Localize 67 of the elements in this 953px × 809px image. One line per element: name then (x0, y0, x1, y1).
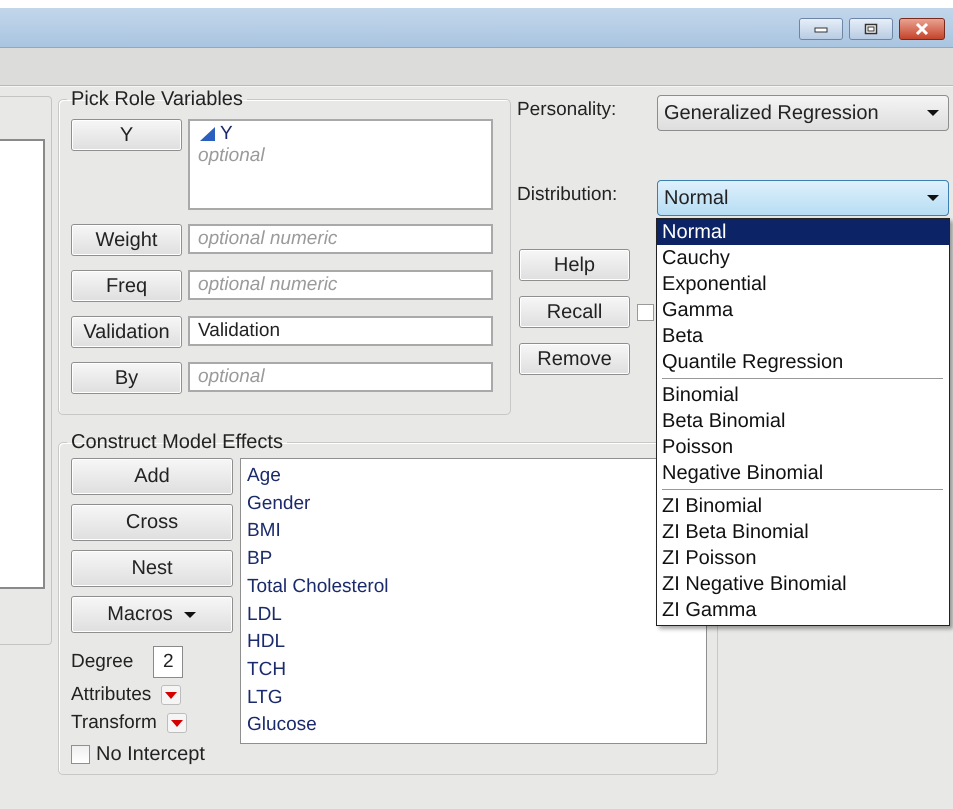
distribution-dropdown[interactable]: Normal (657, 180, 949, 216)
variable-name: Y (220, 123, 233, 145)
effect-button[interactable]: Nest (71, 550, 233, 587)
checkbox[interactable] (71, 745, 90, 764)
dropdown-arrow-icon (926, 109, 940, 117)
checkbox[interactable] (637, 304, 654, 320)
dropdown-option[interactable]: ZI Negative Binomial (657, 571, 949, 597)
maximize-button[interactable] (849, 18, 893, 40)
dropdown-option[interactable]: ZI Poisson (657, 545, 949, 571)
section-title: Pick Role Variables (70, 88, 244, 111)
section-title: Construct Model Effects (70, 431, 284, 454)
field-value: Validation (198, 320, 282, 342)
column-list[interactable] (0, 139, 45, 589)
personality-dropdown[interactable]: Generalized Regression (657, 95, 949, 131)
role-button[interactable]: Freq (71, 270, 182, 302)
minimize-icon (814, 25, 828, 33)
field-label: Degree (71, 651, 134, 673)
role-button[interactable]: Weight (71, 224, 182, 256)
placeholder: optional numeric (198, 274, 338, 296)
degree-field[interactable]: 2 (153, 646, 184, 678)
dropdown-option[interactable]: Poisson (657, 434, 949, 460)
menu-label: Attributes (71, 684, 152, 706)
close-button[interactable] (899, 18, 945, 40)
effect-button[interactable]: Cross (71, 504, 233, 541)
field-label: Distribution: (517, 183, 618, 206)
role-button[interactable]: Y (71, 119, 182, 151)
action-button[interactable]: Remove (519, 343, 630, 375)
dropdown-arrow-icon (926, 194, 940, 202)
dropdown-option[interactable]: Gamma (657, 297, 949, 323)
role-field[interactable]: Y optional (188, 119, 493, 210)
maximize-icon (864, 23, 878, 35)
menu-button[interactable] (161, 685, 182, 705)
list-item[interactable]: TCH (247, 656, 700, 684)
list-item[interactable]: HDL (247, 628, 700, 656)
dropdown-option[interactable]: Binomial (657, 382, 949, 408)
dropdown-arrow-icon (165, 692, 178, 698)
dropdown-option[interactable]: ZI Gamma (657, 597, 949, 623)
dropdown-option[interactable]: Quantile Regression (657, 349, 949, 375)
dropdown-option[interactable]: ZI Binomial (657, 493, 949, 519)
dropdown-option[interactable]: Negative Binomial (657, 460, 949, 486)
field-label: Personality: (517, 98, 618, 121)
action-button[interactable]: Recall (519, 296, 630, 328)
dropdown-option[interactable]: Beta Binomial (657, 408, 949, 434)
list-item[interactable]: LTG (247, 684, 700, 712)
dropdown-option[interactable]: Beta (657, 323, 949, 349)
macros-button[interactable]: Macros (71, 596, 233, 633)
close-icon (914, 23, 930, 35)
dropdown-option[interactable]: Normal (657, 219, 949, 245)
placeholder: optional numeric (198, 228, 338, 250)
action-button[interactable]: Help (519, 249, 630, 281)
continuous-icon (198, 126, 218, 142)
dropdown-arrow-icon (182, 610, 197, 618)
dropdown-option[interactable]: ZI Beta Binomial (657, 519, 949, 545)
menu-button[interactable] (166, 713, 187, 733)
effect-button[interactable]: Add (71, 458, 233, 495)
list-item[interactable]: Glucose (247, 711, 700, 740)
menu-label: Transform (71, 712, 157, 734)
dropdown-arrow-icon (170, 720, 183, 726)
role-field[interactable]: Validation (188, 316, 493, 346)
minimize-button[interactable] (799, 18, 843, 40)
role-button[interactable]: By (71, 362, 182, 394)
placeholder: optional (198, 366, 266, 388)
dropdown-option[interactable]: Cauchy (657, 245, 949, 271)
role-button[interactable]: Validation (71, 316, 182, 348)
placeholder: optional (198, 145, 266, 167)
dropdown-option[interactable]: Exponential (657, 271, 949, 297)
checkbox-label: No Intercept (96, 743, 205, 766)
